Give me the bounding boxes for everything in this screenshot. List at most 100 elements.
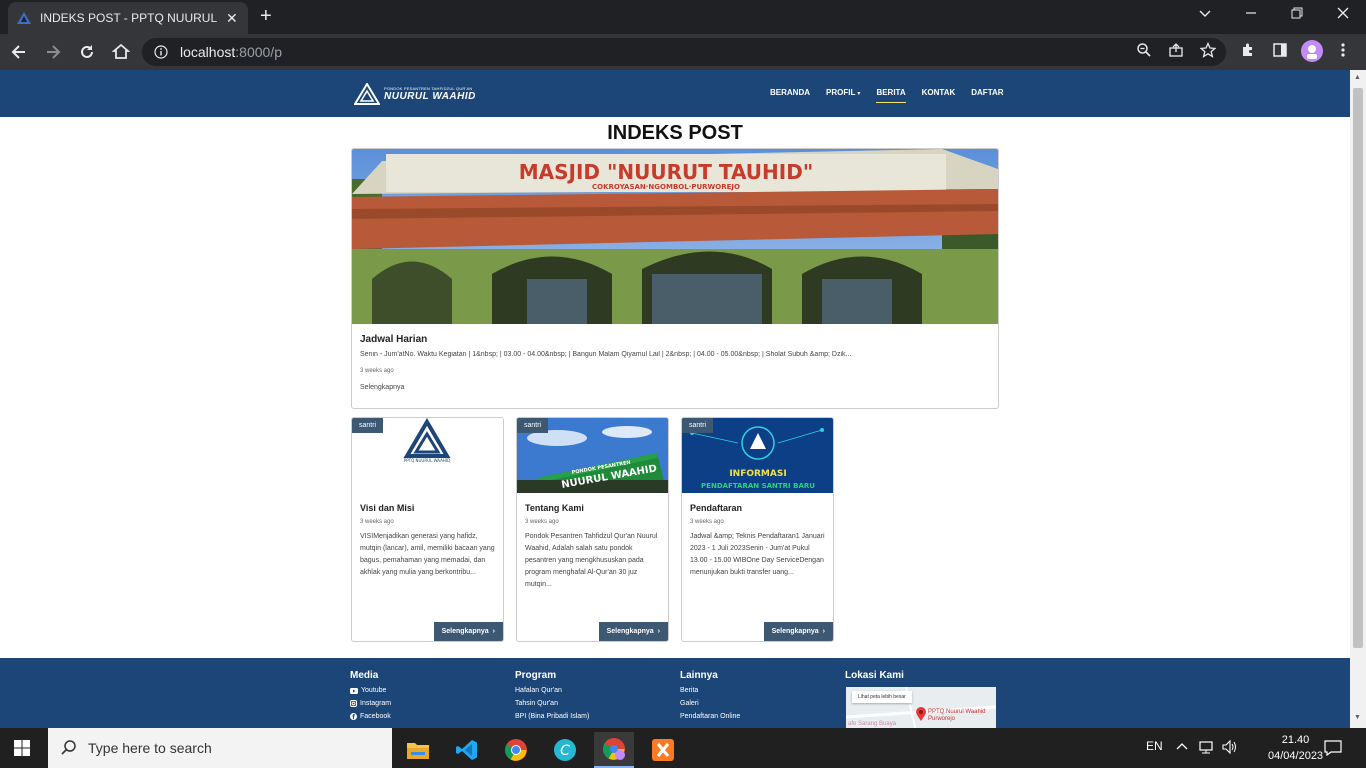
menu-berita[interactable]: BERITA xyxy=(876,88,906,103)
browser-tab-bar: INDEKS POST - PPTQ NUURUL WA ✕ + xyxy=(0,0,1366,34)
site-favicon-icon xyxy=(16,11,32,25)
canva-icon[interactable]: C xyxy=(545,732,585,768)
profile-avatar-icon[interactable] xyxy=(1301,40,1323,62)
post-card-image[interactable]: INFORMASI PENDAFTARAN SANTRI BARU santri xyxy=(682,418,833,493)
category-badge[interactable]: santri xyxy=(682,418,714,433)
tray-language[interactable]: EN xyxy=(1146,739,1163,753)
windows-taskbar: Type here to search C EN 21.40 04/04/202… xyxy=(0,728,1366,768)
tab-search-chevron-icon[interactable] xyxy=(1198,6,1212,20)
scroll-up-arrow-icon[interactable]: ▲ xyxy=(1354,74,1361,81)
post-card-image[interactable]: PONDOK PESANTREN NUURUL WAAHID santri xyxy=(517,418,668,493)
menu-beranda[interactable]: BERANDA xyxy=(770,88,810,103)
zoom-icon[interactable] xyxy=(1136,42,1152,58)
menu-kontak[interactable]: KONTAK xyxy=(922,88,956,103)
footer-link-facebook[interactable]: f Facebook xyxy=(350,713,391,720)
vscode-icon[interactable] xyxy=(447,732,487,768)
post-card[interactable]: PPTQ NUURUL WAAHID santri Visi dan Misi … xyxy=(351,417,504,642)
read-more-button[interactable]: Selengkapnya › xyxy=(598,622,668,641)
post-card[interactable]: PONDOK PESANTREN NUURUL WAAHID santri Te… xyxy=(516,417,669,642)
map-enlarge-button[interactable]: Lihat peta lebih besar xyxy=(852,691,912,703)
url-text: localhost:8000/p xyxy=(180,44,282,60)
card-image-logo-text: PPTQ NUURUL WAAHID xyxy=(404,458,450,463)
volume-icon[interactable] xyxy=(1222,740,1238,754)
footer-link[interactable]: Hafalan Qur'an xyxy=(515,687,589,694)
footer-link-instagram[interactable]: Instagram xyxy=(350,700,391,707)
close-window-icon[interactable] xyxy=(1336,6,1350,20)
post-card-excerpt: VISIMenjadikan generasi yang hafidz, mut… xyxy=(360,533,495,576)
extensions-icon[interactable] xyxy=(1240,42,1256,58)
browser-tab[interactable]: INDEKS POST - PPTQ NUURUL WA ✕ xyxy=(8,2,248,34)
footer-link[interactable]: Pendaftaran Online xyxy=(680,713,740,720)
featured-post-excerpt: Senin - Jum'atNo. Waktu Kegiatan | 1&nbs… xyxy=(360,351,852,358)
menu-daftar[interactable]: DAFTAR xyxy=(971,88,1003,103)
network-icon[interactable] xyxy=(1199,740,1215,754)
read-more-button[interactable]: Selengkapnya › xyxy=(433,622,503,641)
page-scrollbar[interactable]: ▲ ▼ xyxy=(1350,70,1366,728)
facebook-icon: f xyxy=(350,713,357,720)
featured-post-image[interactable]: MASJID "NUURUT TAUHID" COKROYASAN·NGOMBO… xyxy=(352,149,998,324)
bookmark-star-icon[interactable] xyxy=(1200,42,1216,58)
taskbar-search[interactable]: Type here to search xyxy=(48,728,392,768)
forward-arrow-icon[interactable] xyxy=(38,37,68,67)
side-panel-icon[interactable] xyxy=(1272,42,1288,58)
reload-icon[interactable] xyxy=(72,37,102,67)
map-pin-label: PPTQ Nuurul Waahid Purworejo xyxy=(928,709,986,722)
read-more-label: Selengkapnya xyxy=(771,628,819,635)
tray-chevron-up-icon[interactable] xyxy=(1176,741,1188,753)
youtube-icon xyxy=(350,687,358,694)
footer-heading: Media xyxy=(350,670,379,681)
chevron-right-icon: › xyxy=(822,628,825,635)
post-card[interactable]: INFORMASI PENDAFTARAN SANTRI BARU santri… xyxy=(681,417,834,642)
scroll-down-arrow-icon[interactable]: ▼ xyxy=(1354,714,1361,721)
read-more-label: Selengkapnya xyxy=(441,628,489,635)
footer-link[interactable]: Tahsin Qur'an xyxy=(515,700,589,707)
tray-clock[interactable]: 21.40 04/04/2023 xyxy=(1268,732,1323,764)
featured-post-title[interactable]: Jadwal Harian xyxy=(360,334,990,345)
featured-post-time: 3 weeks ago xyxy=(360,368,394,374)
scrollbar-thumb[interactable] xyxy=(1353,88,1363,648)
chevron-right-icon: › xyxy=(492,628,495,635)
new-tab-icon[interactable]: + xyxy=(260,6,272,26)
menu-kebab-icon[interactable] xyxy=(1340,42,1346,58)
post-card-title[interactable]: Visi dan Misi xyxy=(360,503,495,513)
featured-post-more-link[interactable]: Selengkapnya xyxy=(360,384,990,391)
menu-profil[interactable]: PROFIL ▾ xyxy=(826,88,860,103)
footer-program: Program Hafalan Qur'an Tahsin Qur'an BPI… xyxy=(515,670,589,720)
logo-name: NUURUL WAAHID xyxy=(384,91,476,102)
featured-post-card[interactable]: MASJID "NUURUT TAUHID" COKROYASAN·NGOMBO… xyxy=(351,148,999,409)
file-explorer-icon[interactable] xyxy=(398,732,438,768)
footer-link[interactable]: Berita xyxy=(680,687,740,694)
restore-icon[interactable] xyxy=(1290,6,1304,20)
hero-image-subsign: COKROYASAN·NGOMBOL·PURWOREJO xyxy=(592,183,740,191)
chrome-profile-active-icon[interactable] xyxy=(594,732,634,768)
site-info-icon[interactable] xyxy=(154,45,168,59)
post-card-time: 3 weeks ago xyxy=(525,519,559,525)
category-badge[interactable]: santri xyxy=(517,418,549,433)
site-footer: Media Youtube Instagram f Facebook Progra… xyxy=(0,658,1350,728)
footer-heading: Lainnya xyxy=(680,670,718,681)
chrome-icon[interactable] xyxy=(496,732,536,768)
post-card-image[interactable]: PPTQ NUURUL WAAHID santri xyxy=(352,418,503,493)
xampp-icon[interactable] xyxy=(643,732,683,768)
back-arrow-icon[interactable] xyxy=(4,37,34,67)
windows-start-icon[interactable] xyxy=(14,740,30,756)
footer-link[interactable]: BPI (Bina Pribadi Islam) xyxy=(515,713,589,720)
read-more-button[interactable]: Selengkapnya › xyxy=(763,622,833,641)
map-pin-icon[interactable] xyxy=(916,707,926,721)
post-card-title[interactable]: Pendaftaran xyxy=(690,503,825,513)
minimize-icon[interactable] xyxy=(1244,6,1258,20)
footer-link[interactable]: Galeri xyxy=(680,700,740,707)
footer-link-youtube[interactable]: Youtube xyxy=(350,687,391,694)
site-logo[interactable]: PONDOK PESANTREN TAHFIDZUL QUR'AN NUURUL… xyxy=(354,83,476,105)
tab-close-icon[interactable]: ✕ xyxy=(226,10,238,27)
tab-title: INDEKS POST - PPTQ NUURUL WA xyxy=(40,11,220,25)
category-badge[interactable]: santri xyxy=(352,418,384,433)
post-card-title[interactable]: Tentang Kami xyxy=(525,503,660,513)
address-bar[interactable]: localhost:8000/p xyxy=(142,38,1226,66)
map-place-label: afe Sarang Buaya xyxy=(848,721,897,727)
post-card-time: 3 weeks ago xyxy=(690,519,724,525)
location-map[interactable]: Lihat peta lebih besar PPTQ Nuurul Waahi… xyxy=(846,687,996,728)
share-icon[interactable] xyxy=(1168,42,1184,58)
notification-icon[interactable] xyxy=(1324,740,1342,756)
home-icon[interactable] xyxy=(106,37,136,67)
